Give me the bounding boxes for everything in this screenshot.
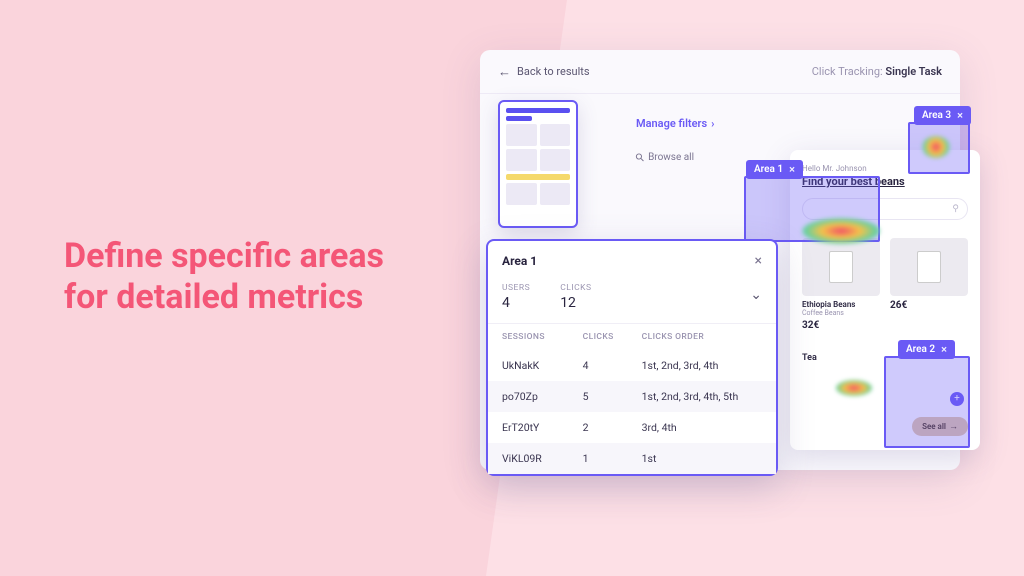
stat-value: 12 (560, 295, 591, 311)
cell-session: po70Zp (488, 381, 569, 412)
heatmap-blob (922, 136, 950, 158)
cell-order: 1st, 2nd, 3rd, 4th (628, 350, 776, 381)
product-price: 32€ (802, 320, 880, 331)
panel-stats: USERS 4 CLICKS 12 ⌄ (488, 281, 776, 323)
col-sessions: SESSIONS (488, 324, 569, 351)
preview-products: Ethiopia Beans Coffee Beans 32€ 26€ (802, 238, 968, 331)
col-order: CLICKS ORDER (628, 324, 776, 351)
product-price: 26€ (890, 300, 968, 311)
manage-filters-button[interactable]: Manage filters (636, 117, 714, 130)
stat-label: USERS (502, 283, 530, 293)
stat-label: CLICKS (560, 283, 591, 293)
close-icon[interactable]: × (755, 253, 762, 269)
tracking-prefix: Click Tracking: (812, 65, 886, 78)
browse-all-label: Browse all (648, 152, 694, 163)
headline-line2: for detailed metrics (64, 277, 363, 317)
heatmap-blob (836, 380, 872, 396)
cell-session: ViKL09R (488, 443, 569, 474)
sessions-table: SESSIONS CLICKS CLICKS ORDER UkNakK41st,… (488, 323, 776, 474)
heatmap-blob (802, 218, 880, 244)
product-card[interactable]: 26€ (890, 238, 968, 331)
app-header: Back to results Click Tracking: Single T… (480, 50, 960, 94)
headline: Define specific areas for detailed metri… (64, 236, 384, 319)
metrics-panel: Area 1 × USERS 4 CLICKS 12 ⌄ SESSIONS CL… (486, 239, 778, 476)
cell-clicks: 2 (569, 412, 628, 443)
cell-order: 1st, 2nd, 3rd, 4th, 5th (628, 381, 776, 412)
browse-all-button[interactable]: Browse all (636, 151, 694, 164)
product-image (802, 238, 880, 296)
cell-clicks: 1 (569, 443, 628, 474)
close-icon[interactable]: × (789, 163, 795, 176)
stat-users: USERS 4 (502, 283, 530, 311)
table-row: ViKL09R11st (488, 443, 776, 474)
selection-label-area-3[interactable]: Area 3 × (914, 106, 971, 125)
selection-area-2[interactable] (884, 356, 970, 448)
cell-clicks: 4 (569, 350, 628, 381)
headline-line1: Define specific areas (64, 236, 384, 276)
table-row: ErT20tY23rd, 4th (488, 412, 776, 443)
panel-header: Area 1 × (488, 241, 776, 281)
product-card[interactable]: Ethiopia Beans Coffee Beans 32€ (802, 238, 880, 331)
table-row: po70Zp51st, 2nd, 3rd, 4th, 5th (488, 381, 776, 412)
cell-clicks: 5 (569, 381, 628, 412)
product-category: Coffee Beans (802, 309, 880, 317)
manage-filters-label: Manage filters (636, 117, 707, 130)
cell-order: 1st (628, 443, 776, 474)
chevron-down-icon[interactable]: ⌄ (750, 287, 762, 303)
chevron-right-icon (711, 117, 714, 130)
cell-session: UkNakK (488, 350, 569, 381)
cell-order: 3rd, 4th (628, 412, 776, 443)
selection-label-area-2[interactable]: Area 2 × (898, 340, 955, 359)
table-row: UkNakK41st, 2nd, 3rd, 4th (488, 350, 776, 381)
stat-value: 4 (502, 295, 530, 311)
tracking-mode-value: Single Task (885, 65, 942, 78)
tracking-mode-label: Click Tracking: Single Task (812, 65, 942, 78)
selection-label-text: Area 3 (922, 110, 951, 121)
close-icon[interactable]: × (957, 109, 963, 122)
selection-label-text: Area 1 (754, 164, 783, 175)
arrow-left-icon (498, 64, 511, 80)
search-icon (636, 151, 644, 164)
product-image (890, 238, 968, 296)
selection-label-text: Area 2 (906, 344, 935, 355)
selected-screen-thumb[interactable] (498, 100, 578, 228)
selection-label-area-1[interactable]: Area 1 × (746, 160, 803, 179)
stat-clicks: CLICKS 12 (560, 283, 591, 311)
back-button[interactable]: Back to results (498, 64, 590, 80)
search-icon: ⚲ (952, 204, 959, 214)
product-name: Ethiopia Beans (802, 300, 880, 309)
back-label: Back to results (517, 65, 590, 78)
cell-session: ErT20tY (488, 412, 569, 443)
panel-title: Area 1 (502, 254, 537, 268)
col-clicks: CLICKS (569, 324, 628, 351)
close-icon[interactable]: × (941, 343, 947, 356)
